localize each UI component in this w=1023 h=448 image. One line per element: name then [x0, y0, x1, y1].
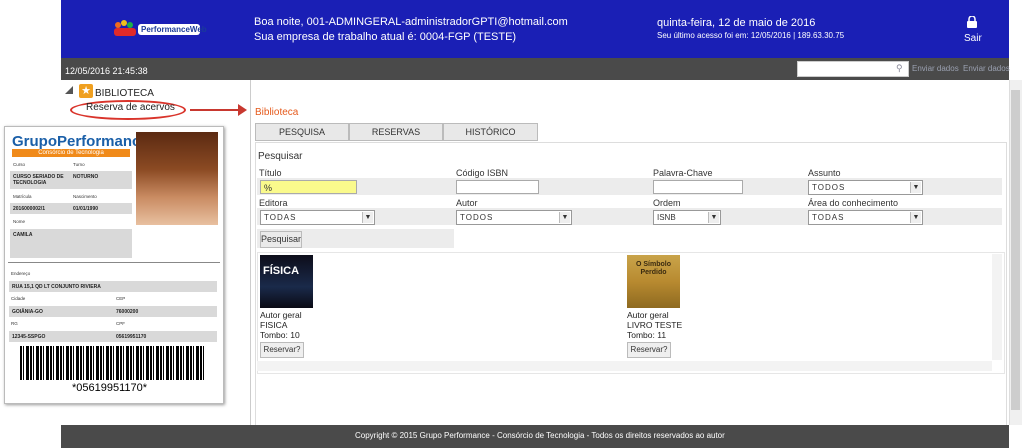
autor-select[interactable]: TODOS ▼ [456, 210, 572, 225]
chevron-down-icon: ▼ [362, 212, 373, 223]
isbn-label: Código ISBN [456, 168, 509, 178]
search-icon[interactable]: ⚲ [896, 63, 903, 74]
book-tombo: Tombo: 11 [627, 330, 667, 340]
reserve-button[interactable]: Reservar? [627, 342, 671, 358]
ordem-value: ISNB [657, 213, 676, 222]
card-rg-value: 12345-SSPGO [12, 334, 46, 340]
book-tombo: Tombo: 10 [260, 330, 300, 340]
send-data-input[interactable] [797, 61, 909, 77]
card-brand: GrupoPerformance [12, 133, 149, 150]
student-photo [136, 132, 218, 225]
clock: 12/05/2016 21:45:38 [65, 66, 148, 76]
card-cpf-label: CPF [116, 321, 125, 326]
palavra-input[interactable] [653, 180, 743, 194]
book-title: FISICA [260, 320, 288, 330]
card-cep-label: CEP [116, 296, 126, 301]
area-label: Área do conhecimento [808, 198, 899, 208]
chevron-down-icon: ▼ [910, 212, 921, 223]
book-title: LIVRO TESTE [627, 320, 683, 330]
barcode-text: *05619951170* [72, 382, 148, 394]
book-cover-simbolo[interactable]: O Símbolo Perdido [627, 255, 680, 308]
card-cidade-value: GOIÂNIA-GO [12, 309, 43, 315]
card-endereco-value: RUA 15,1 QD LT CONJUNTO RIVIERA [12, 284, 101, 290]
book-author: Autor geral [627, 310, 669, 320]
ordem-label: Ordem [653, 198, 681, 208]
send-data-link-2[interactable]: Enviar dados [963, 64, 1010, 73]
chevron-down-icon: ▼ [910, 182, 921, 193]
autor-value: TODOS [460, 213, 494, 222]
send-data-link[interactable]: Enviar dados [912, 64, 959, 73]
footer-copyright: Copyright © 2015 Grupo Performance - Con… [355, 431, 725, 440]
page-title: Biblioteca [255, 107, 299, 118]
card-cpf-value: 05619951170 [116, 334, 147, 340]
card-cep-value: 76000200 [116, 309, 139, 315]
card-matricula-value: 2016000002/1 [13, 206, 45, 212]
assunto-select[interactable]: TODOS ▼ [808, 180, 923, 195]
book-author: Autor geral [260, 310, 302, 320]
card-endereco-label: Endereço [11, 271, 31, 276]
area-select[interactable]: TODAS ▼ [808, 210, 923, 225]
isbn-input[interactable] [456, 180, 539, 194]
card-subtitle: Consórcio de Tecnologia [12, 149, 130, 157]
card-nome-label: Nome [13, 219, 26, 224]
editora-label: Editora [259, 198, 288, 208]
user-greeting: Boa noite, 001-ADMINGERAL-administradorG… [254, 16, 568, 28]
editora-value: TODAS [264, 213, 297, 222]
titulo-label: Título [259, 168, 282, 178]
area-value: TODAS [812, 213, 845, 222]
barcode [20, 346, 206, 380]
search-button[interactable]: Pesquisar [260, 231, 302, 248]
card-nome-value: CAMILA [13, 232, 33, 238]
card-rg-label: RG [11, 321, 18, 326]
card-nascimento-value: 01/01/1990 [73, 206, 99, 212]
page-scroll-thumb[interactable] [1011, 90, 1020, 410]
card-matricula-label: Matrícula [13, 194, 32, 199]
book-cover-fisica[interactable]: FÍSICA [260, 255, 313, 308]
card-divider [8, 262, 220, 263]
reserve-button[interactable]: Reservar? [260, 342, 304, 358]
sidebar-item-reserva[interactable]: Reserva de acervos [86, 102, 175, 113]
lock-icon[interactable] [966, 15, 978, 28]
last-access: Seu último acesso foi em: 12/05/2016 | 1… [657, 31, 845, 40]
autor-label: Autor [456, 198, 478, 208]
search-heading: Pesquisar [258, 151, 303, 162]
tab-pesquisa[interactable]: PESQUISA [255, 123, 349, 141]
assunto-label: Assunto [808, 168, 841, 178]
card-curso-label: Curso [13, 162, 26, 167]
card-turno-label: Turno [73, 162, 85, 167]
card-cidade-label: Cidade [11, 296, 26, 301]
current-date: quinta-feira, 12 de maio de 2016 [657, 17, 816, 29]
star-icon: ★ [79, 84, 93, 98]
chevron-down-icon: ▼ [708, 212, 719, 223]
tab-historico[interactable]: HISTÓRICO [443, 123, 538, 141]
logout-button[interactable]: Sair [964, 33, 982, 44]
logo-text: PerformanceWeb [141, 25, 207, 34]
annotation-arrow-head [238, 104, 247, 116]
current-company: Sua empresa de trabalho atual é: 0004-FG… [254, 31, 517, 43]
book-cover-title: FÍSICA [263, 265, 300, 277]
card-turno-value: NOTURNO [73, 174, 99, 180]
book-cover-title: O Símbolo Perdido [636, 261, 671, 276]
results-vertical-scrollbar[interactable] [992, 254, 1002, 360]
editora-select[interactable]: TODAS ▼ [260, 210, 375, 225]
ordem-select[interactable]: ISNB ▼ [653, 210, 721, 225]
results-horizontal-scrollbar[interactable] [257, 361, 992, 371]
tree-expand-icon[interactable] [65, 86, 73, 94]
card-nascimento-label: Nascimento [73, 194, 97, 199]
tab-reservas[interactable]: RESERVAS [349, 123, 443, 141]
card-curso-value: CURSO SERIADO DE TECNOLOGIA [13, 174, 64, 186]
chevron-down-icon: ▼ [559, 212, 570, 223]
annotation-arrow [190, 109, 240, 111]
titulo-input[interactable]: % [260, 180, 357, 194]
performance-logo[interactable]: PerformanceWeb [112, 16, 207, 40]
palavra-label: Palavra-Chave [653, 168, 713, 178]
sidebar-section-biblioteca[interactable]: BIBLIOTECA [95, 88, 154, 99]
assunto-value: TODOS [812, 183, 846, 192]
